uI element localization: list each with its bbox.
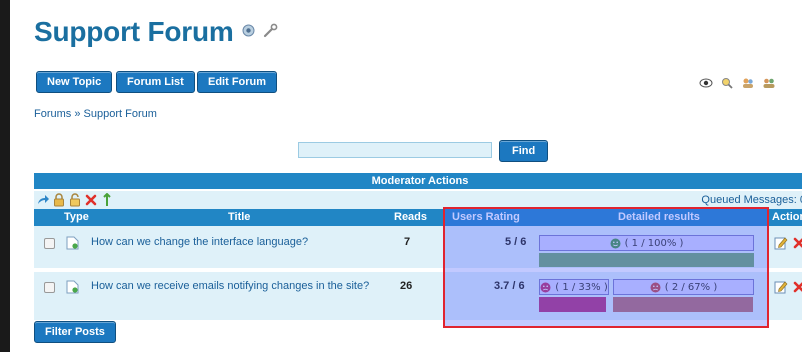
search-pin-icon[interactable] (720, 76, 734, 90)
search-input[interactable] (298, 142, 492, 158)
moderator-actions-bar: Moderator Actions (34, 173, 802, 189)
topic-link[interactable]: How can we receive emails notifying chan… (91, 280, 369, 292)
header-type[interactable]: Type (64, 211, 89, 223)
page-title: Support Forum (34, 16, 234, 47)
row-checkbox[interactable] (44, 282, 55, 293)
topic-reads: 26 (400, 280, 413, 292)
topic-document-icon (66, 280, 79, 294)
topic-document-icon (66, 236, 79, 250)
delete-icon[interactable] (84, 193, 98, 207)
topic-link[interactable]: How can we change the interface language… (91, 236, 308, 248)
forum-tools (699, 76, 776, 90)
header-actions: Actions (772, 211, 802, 223)
breadcrumb-forums-link[interactable]: Forums (34, 108, 71, 120)
edit-icon[interactable] (774, 236, 788, 250)
header-reads[interactable]: Reads (394, 211, 427, 223)
find-button[interactable]: Find (499, 140, 549, 162)
group-icon[interactable] (762, 76, 776, 90)
queued-messages-link[interactable]: Queued Messages: 0 (701, 194, 802, 206)
move-icon[interactable] (36, 193, 50, 207)
edit-forum-button[interactable]: Edit Forum (197, 71, 278, 93)
topic-reads: 7 (404, 236, 411, 248)
row-checkbox[interactable] (44, 238, 55, 249)
forum-list-button[interactable]: Forum List (116, 71, 195, 93)
delete-icon[interactable] (792, 236, 802, 250)
users-icon[interactable] (741, 76, 755, 90)
filter-posts-button[interactable]: Filter Posts (34, 321, 116, 343)
lock-icon[interactable] (52, 193, 66, 207)
edit-icon[interactable] (774, 280, 788, 294)
sticky-icon[interactable] (100, 192, 114, 207)
forum-page: Support Forum New Topic Forum List Edit … (10, 0, 802, 352)
unlock-icon[interactable] (68, 193, 82, 207)
breadcrumb: Forums » Support Forum (34, 108, 157, 120)
eye-icon[interactable] (699, 76, 713, 90)
header-title[interactable]: Title (228, 211, 250, 223)
title-row: Support Forum (34, 16, 278, 48)
breadcrumb-separator: » (74, 108, 81, 120)
watch-icon[interactable] (242, 24, 255, 40)
window-frame (0, 0, 10, 352)
breadcrumb-current-link[interactable]: Support Forum (84, 108, 157, 120)
wrench-icon[interactable] (263, 23, 278, 41)
delete-icon[interactable] (792, 280, 802, 294)
highlight-selection-box (443, 207, 769, 328)
new-topic-button[interactable]: New Topic (36, 71, 113, 93)
